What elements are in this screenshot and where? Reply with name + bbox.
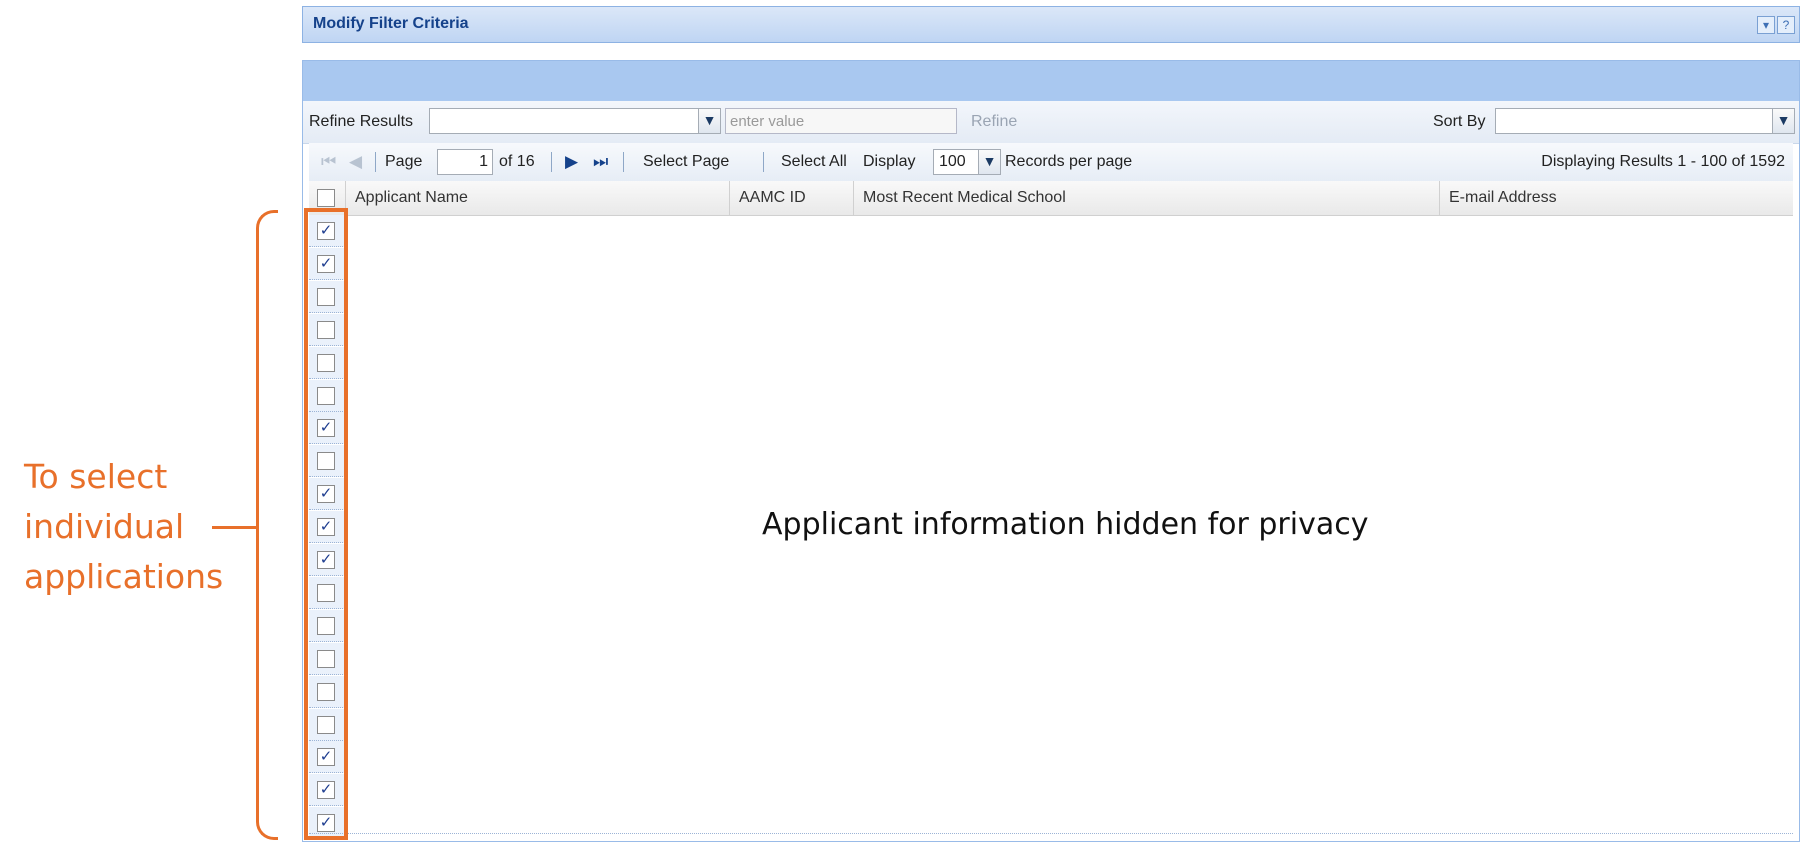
toolbar-separator — [763, 152, 764, 172]
table-row: ✓ — [309, 544, 345, 576]
toolbar-separator — [551, 152, 552, 172]
annotation-line-1: To select — [24, 457, 168, 496]
page-count: of 16 — [499, 153, 535, 170]
annotation-line-3: applications — [24, 557, 224, 596]
row-checkbox[interactable] — [317, 583, 335, 602]
select-page-button[interactable]: Select Page — [643, 153, 729, 171]
sort-by-label: Sort By — [1433, 113, 1486, 130]
page-label: Page — [385, 153, 423, 170]
displaying-results: Displaying Results 1 - 100 of 1592 — [1541, 153, 1785, 170]
select-all-button[interactable]: Select All — [781, 153, 847, 171]
table-row: ✓ — [309, 478, 345, 511]
records-per-page-value: 100 — [939, 153, 966, 170]
row-checkbox[interactable] — [317, 353, 335, 372]
row-checkbox[interactable] — [317, 616, 335, 635]
privacy-note: Applicant information hidden for privacy — [762, 507, 1369, 542]
table-row — [309, 346, 345, 379]
table-row — [309, 708, 345, 741]
chevron-down-icon[interactable]: ▼ — [1772, 109, 1794, 133]
last-page-icon[interactable]: ⏭ — [593, 152, 608, 172]
records-per-page-select[interactable]: 100 ▼ — [933, 149, 1001, 175]
filter-criteria-panel[interactable]: Modify Filter Criteria ▾ ? — [302, 6, 1800, 43]
first-page-icon[interactable]: ⏮ — [321, 152, 336, 172]
grid-panel-header — [303, 61, 1799, 101]
table-row — [309, 609, 345, 642]
annotation-line-2: individual — [24, 507, 185, 546]
annotation-brace — [256, 210, 278, 840]
table-row — [309, 576, 345, 609]
column-header-email[interactable]: E-mail Address — [1439, 181, 1793, 215]
annotation-text: To select individual applications — [24, 452, 223, 602]
table-row: ✓ — [309, 741, 345, 774]
chevron-down-icon[interactable]: ▾ — [1757, 16, 1775, 34]
refine-field-select[interactable]: ▼ — [429, 108, 721, 134]
row-checkbox[interactable] — [317, 649, 335, 668]
table-row: ✓ — [309, 774, 345, 807]
refine-results-label: Refine Results — [309, 113, 414, 130]
help-icon[interactable]: ? — [1777, 16, 1795, 34]
column-header-medical-school[interactable]: Most Recent Medical School — [853, 181, 1439, 215]
table-row — [309, 445, 345, 478]
row-checkbox[interactable]: ✓ — [317, 781, 335, 800]
row-checkbox[interactable]: ✓ — [317, 485, 335, 504]
row-checkbox[interactable] — [317, 715, 335, 734]
chevron-down-icon[interactable]: ▼ — [698, 109, 720, 133]
column-header-applicant-name[interactable]: Applicant Name — [345, 181, 729, 215]
next-page-icon[interactable]: ▶ — [565, 152, 578, 172]
row-checkbox[interactable] — [317, 287, 335, 306]
table-row — [309, 313, 345, 346]
grid-bottom-border — [309, 833, 1793, 835]
row-checkbox[interactable]: ✓ — [317, 814, 335, 833]
row-checkbox[interactable]: ✓ — [317, 254, 335, 273]
records-per-page-label: Records per page — [1005, 153, 1133, 170]
table-row: ✓ — [309, 412, 345, 445]
row-checkbox[interactable] — [317, 682, 335, 701]
page-number-input[interactable]: 1 — [437, 149, 493, 175]
table-row: ✓ — [309, 511, 345, 544]
grid-column-headers: Applicant Name AAMC ID Most Recent Medic… — [309, 181, 1793, 216]
table-row — [309, 675, 345, 708]
row-checkbox[interactable]: ✓ — [317, 222, 335, 240]
previous-page-icon[interactable]: ◀ — [349, 152, 362, 172]
sort-by-select[interactable]: ▼ — [1495, 108, 1795, 134]
row-checkbox[interactable]: ✓ — [317, 518, 335, 537]
select-all-checkbox[interactable] — [317, 189, 335, 207]
display-label: Display — [863, 153, 916, 170]
toolbar-separator — [623, 152, 624, 172]
table-row — [309, 642, 345, 675]
applicant-grid-panel: Refine Results ▼ Refine Sort By ▼ ⏮ ◀ Pa… — [302, 60, 1800, 842]
row-checkbox[interactable]: ✓ — [317, 551, 335, 569]
table-row: ✓ — [309, 247, 345, 280]
table-row — [309, 280, 345, 313]
filter-panel-title: Modify Filter Criteria — [313, 15, 469, 32]
refine-value-input[interactable] — [725, 108, 957, 134]
paging-toolbar: ⏮ ◀ Page 1 of 16 ▶ ⏭ Select Page Select … — [309, 143, 1793, 181]
column-header-aamc-id[interactable]: AAMC ID — [729, 181, 853, 215]
row-checkbox[interactable] — [317, 386, 335, 405]
table-row: ✓ — [309, 215, 345, 247]
chevron-down-icon[interactable]: ▼ — [978, 150, 1000, 174]
refine-button[interactable]: Refine — [971, 113, 1017, 131]
annotation-pointer — [212, 526, 256, 529]
table-row — [309, 379, 345, 412]
row-checkbox[interactable]: ✓ — [317, 748, 335, 767]
row-checkbox[interactable]: ✓ — [317, 419, 335, 438]
refine-toolbar: Refine Results ▼ Refine Sort By ▼ — [303, 101, 1799, 144]
row-checkbox[interactable] — [317, 320, 335, 339]
toolbar-separator — [375, 152, 376, 172]
row-checkbox[interactable] — [317, 452, 335, 471]
